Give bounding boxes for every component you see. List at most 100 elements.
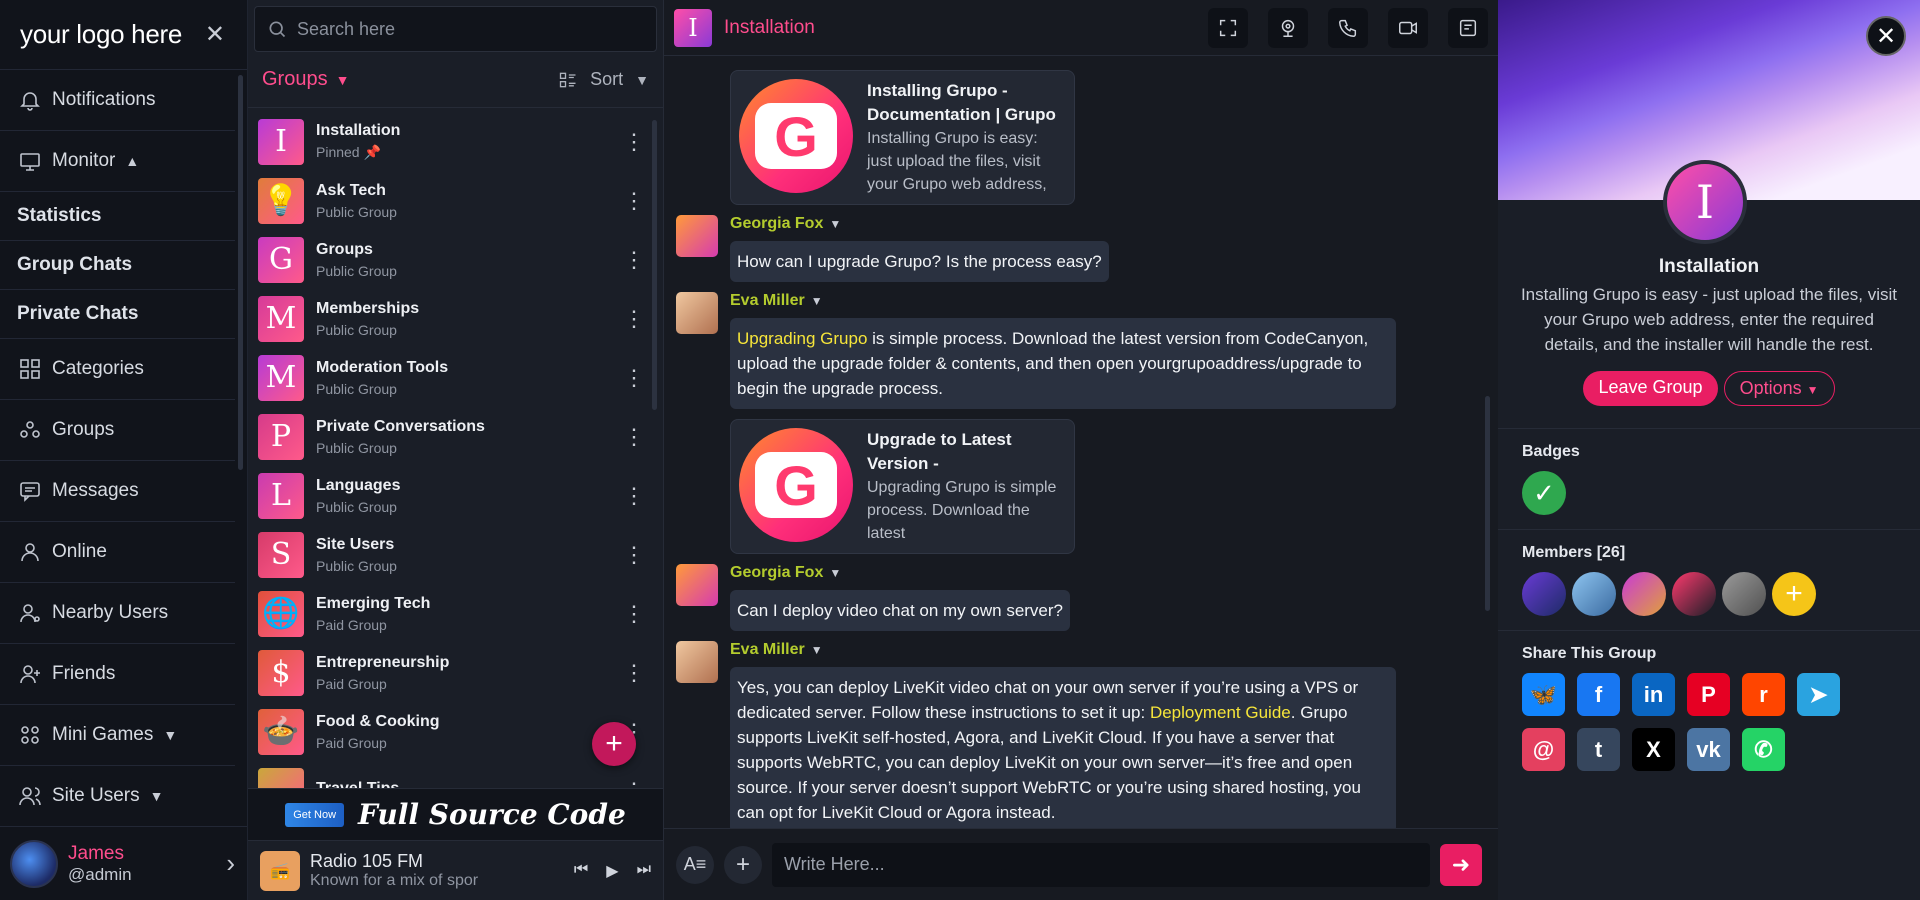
message-link[interactable]: Deployment Guide <box>1150 703 1291 722</box>
group-list-item[interactable]: 💡 Ask Tech Public Group ⋮ <box>258 171 663 230</box>
webcam-button[interactable] <box>1268 7 1308 48</box>
facebook-icon[interactable]: f <box>1577 673 1620 716</box>
nav-item-nearby-users[interactable]: Nearby Users <box>0 583 235 644</box>
nav-item-online[interactable]: Online <box>0 522 235 583</box>
play-icon[interactable]: ▶ <box>606 861 618 881</box>
send-button[interactable]: ➜ <box>1440 843 1482 886</box>
attach-button[interactable]: + <box>724 845 762 884</box>
member-avatar[interactable] <box>1722 572 1766 616</box>
more-options-icon[interactable]: ⋮ <box>623 189 645 211</box>
grupo-logo: G <box>739 428 853 542</box>
group-list-item[interactable]: S Site Users Public Group ⋮ <box>258 525 663 584</box>
nav-item-label: Notifications <box>52 89 156 110</box>
chevron-right-icon[interactable]: › <box>226 848 235 879</box>
leave-group-button[interactable]: Leave Group <box>1583 371 1718 406</box>
add-member-button[interactable]: + <box>1772 572 1816 616</box>
more-options-icon[interactable]: ⋮ <box>623 484 645 506</box>
group-name: Languages <box>316 476 401 494</box>
search-input[interactable]: Search here <box>254 6 657 52</box>
bluesky-icon[interactable]: 🦋 <box>1522 673 1565 716</box>
nav-item-label: Groups <box>52 419 115 440</box>
message-link[interactable]: Upgrading Grupo <box>737 329 867 348</box>
close-icon[interactable]: ✕ <box>205 20 225 49</box>
telegram-icon[interactable]: ➤ <box>1797 673 1840 716</box>
previous-icon[interactable]: ⏮ <box>574 861 588 881</box>
nav-item-notifications[interactable]: Notifications <box>0 70 235 131</box>
more-options-icon[interactable]: ⋮ <box>623 248 645 270</box>
more-options-icon[interactable]: ⋮ <box>623 425 645 447</box>
group-list-panel: Search here Groups ▼ Sort ▼ I Installati… <box>248 0 664 900</box>
nav-item-site-users[interactable]: Site Users ▼ <box>0 766 235 826</box>
group-list-item[interactable]: G Groups Public Group ⋮ <box>258 230 663 289</box>
more-options-icon[interactable]: ⋮ <box>623 661 645 683</box>
add-group-button[interactable]: + <box>592 722 636 766</box>
video-call-button[interactable] <box>1388 7 1428 48</box>
group-list-item[interactable]: Travel Tips ⋮ <box>258 761 663 788</box>
pinterest-icon[interactable]: P <box>1687 673 1730 716</box>
member-avatar[interactable] <box>1522 572 1566 616</box>
group-list-item[interactable]: 🌐 Emerging Tech Paid Group ⋮ <box>258 584 663 643</box>
chat-scrollbar[interactable] <box>1485 396 1490 611</box>
format-button[interactable]: A≡ <box>676 845 714 884</box>
message-author[interactable]: Eva Miller ▼ <box>730 292 1396 310</box>
group-name: Site Users <box>316 535 395 553</box>
group-list-item[interactable]: $ Entrepreneurship Paid Group ⋮ <box>258 643 663 702</box>
group-list-item[interactable]: P Private Conversations Public Group ⋮ <box>258 407 663 466</box>
next-icon[interactable]: ⏭ <box>637 861 651 881</box>
message-input[interactable]: Write Here... <box>772 842 1430 887</box>
chevron-down-icon: ▼ <box>335 71 350 88</box>
user-profile[interactable]: James @admin › <box>0 826 247 900</box>
nav-item-group-chats[interactable]: Group Chats <box>0 241 235 290</box>
group-list-item[interactable]: M Memberships Public Group ⋮ <box>258 289 663 348</box>
more-options-icon[interactable]: ⋮ <box>623 307 645 329</box>
member-avatar[interactable] <box>1622 572 1666 616</box>
nav-item-messages[interactable]: Messages <box>0 461 235 522</box>
link-preview-card[interactable]: G Installing Grupo - Documentation | Gru… <box>730 70 1075 205</box>
more-options-icon[interactable]: ⋮ <box>623 602 645 624</box>
whatsapp-icon[interactable]: ✆ <box>1742 728 1785 771</box>
member-avatar[interactable] <box>1572 572 1616 616</box>
more-options-icon[interactable]: ⋮ <box>623 543 645 565</box>
fullscreen-button[interactable] <box>1208 7 1248 48</box>
list-view-icon[interactable] <box>558 70 578 90</box>
group-letter: $ <box>271 655 291 690</box>
message: Eva Miller ▼ Yes, you can deploy LiveKit … <box>676 641 1418 828</box>
link-preview-card[interactable]: G Upgrade to Latest Version - Upgrading … <box>730 419 1075 554</box>
nav-item-groups[interactable]: Groups <box>0 400 235 461</box>
nav-item-categories[interactable]: Categories <box>0 339 235 400</box>
message-author[interactable]: Eva Miller ▼ <box>730 641 1396 659</box>
member-avatar[interactable] <box>1672 572 1716 616</box>
close-info-button[interactable]: ✕ <box>1866 16 1906 56</box>
group-list-item[interactable]: I Installation Pinned 📌 ⋮ <box>258 112 663 171</box>
group-scrollbar[interactable] <box>652 120 657 410</box>
group-list-item[interactable]: M Moderation Tools Public Group ⋮ <box>258 348 663 407</box>
sort-control[interactable]: Sort ▼ <box>558 69 649 90</box>
message-author[interactable]: Georgia Fox ▼ <box>730 564 1070 582</box>
vk-icon[interactable]: vk <box>1687 728 1730 771</box>
chevron-down-icon: ▼ <box>163 727 178 743</box>
x-icon[interactable]: X <box>1632 728 1675 771</box>
nav-item-private-chats[interactable]: Private Chats <box>0 290 235 339</box>
reddit-icon[interactable]: r <box>1742 673 1785 716</box>
ad-banner[interactable]: Get Now Full Source Code <box>248 788 663 840</box>
nav-item-monitor[interactable]: Monitor ▲ <box>0 131 235 192</box>
ad-button[interactable]: Get Now <box>285 802 345 827</box>
message: Georgia Fox ▼ How can I upgrade Grupo? Is… <box>676 215 1418 282</box>
nav-item-mini-games[interactable]: Mini Games ▼ <box>0 705 235 766</box>
threads-icon[interactable]: @ <box>1522 728 1565 771</box>
more-options-icon[interactable]: ⋮ <box>623 130 645 152</box>
options-button[interactable]: Options ▼ <box>1723 371 1835 406</box>
message: Georgia Fox ▼ Can I deploy video chat on … <box>676 564 1418 631</box>
nav-scrollbar[interactable] <box>238 75 243 470</box>
linkedin-icon[interactable]: in <box>1632 673 1675 716</box>
notes-button[interactable] <box>1448 7 1488 48</box>
group-thumbnail: L <box>258 472 304 519</box>
tumblr-icon[interactable]: t <box>1577 728 1620 771</box>
nav-item-friends[interactable]: Friends <box>0 644 235 705</box>
call-button[interactable] <box>1328 7 1368 48</box>
group-list-item[interactable]: L Languages Public Group ⋮ <box>258 466 663 525</box>
more-options-icon[interactable]: ⋮ <box>623 366 645 388</box>
groups-dropdown[interactable]: Groups ▼ <box>262 68 349 91</box>
message-author[interactable]: Georgia Fox ▼ <box>730 215 1109 233</box>
nav-item-statistics[interactable]: Statistics <box>0 192 235 241</box>
